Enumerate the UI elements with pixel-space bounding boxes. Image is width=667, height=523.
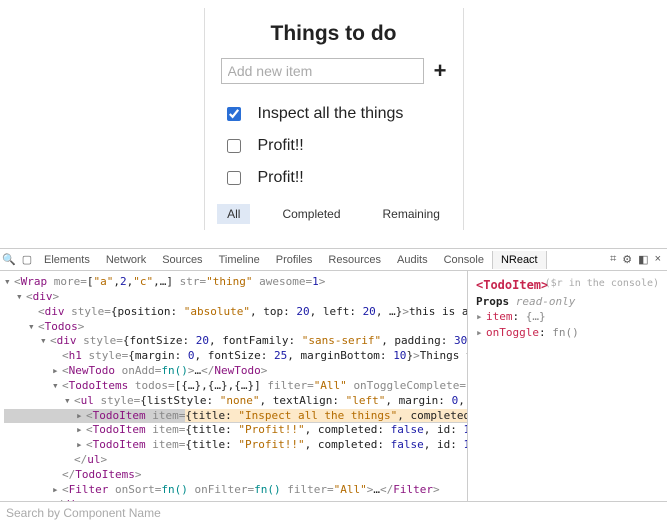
todo-label: Profit!!	[258, 169, 304, 187]
todo-label: Profit!!	[258, 137, 304, 155]
devtools-tabs: 🔍 ▢ Elements Network Sources Timeline Pr…	[0, 249, 667, 271]
search-icon[interactable]: 🔍	[0, 253, 18, 266]
tab-console[interactable]: Console	[436, 251, 492, 269]
filter-remaining[interactable]: Remaining	[373, 204, 450, 224]
tab-profiles[interactable]: Profiles	[268, 251, 321, 269]
todo-checkbox[interactable]	[227, 139, 241, 153]
filter-all[interactable]: All	[217, 204, 250, 224]
devtools-body: ▾<Wrap more=["a",2,"c",…] str="thing" aw…	[0, 271, 667, 501]
prop-row[interactable]: ▸item: {…}	[476, 309, 659, 324]
dock-icon[interactable]: ◧	[638, 253, 648, 266]
todo-checkbox[interactable]	[227, 107, 241, 121]
filter-bar: All Completed Remaining	[221, 204, 447, 224]
console-hint: ($r in the console)	[545, 277, 659, 291]
tab-network[interactable]: Network	[98, 251, 154, 269]
todo-row: Profit!!	[221, 130, 447, 162]
filter-completed[interactable]: Completed	[272, 204, 350, 224]
tab-timeline[interactable]: Timeline	[211, 251, 268, 269]
tab-elements[interactable]: Elements	[36, 251, 98, 269]
console-drawer-icon[interactable]: ⌗	[610, 253, 616, 266]
devtools-toolbar-right: ⌗ ⚙ ◧ ×	[610, 253, 667, 266]
todo-checkbox[interactable]	[227, 171, 241, 185]
todo-label: Inspect all the things	[258, 105, 404, 123]
prop-row[interactable]: ▸onToggle: fn()	[476, 325, 659, 340]
tab-nreact[interactable]: NReact	[492, 251, 547, 269]
selected-tree-node[interactable]: ▸<TodoItem item={title: "Inspect all the…	[4, 409, 467, 424]
add-icon[interactable]: +	[434, 60, 447, 82]
close-icon[interactable]: ×	[655, 253, 661, 266]
search-placeholder: Search by Component Name	[6, 506, 161, 520]
todo-app: Things to do + Inspect all the things Pr…	[204, 8, 464, 230]
page-title: Things to do	[221, 22, 447, 46]
todo-row: Profit!!	[221, 162, 447, 194]
app-viewport: Things to do + Inspect all the things Pr…	[0, 0, 667, 240]
todo-row: Inspect all the things	[221, 98, 447, 130]
tab-sources[interactable]: Sources	[154, 251, 210, 269]
component-search[interactable]: Search by Component Name	[0, 501, 667, 523]
props-label: Props	[476, 295, 509, 308]
readonly-badge: read-only	[516, 295, 576, 308]
devtools-panel: 🔍 ▢ Elements Network Sources Timeline Pr…	[0, 248, 667, 523]
component-tree[interactable]: ▾<Wrap more=["a",2,"c",…] str="thing" aw…	[0, 271, 467, 501]
gear-icon[interactable]: ⚙	[622, 253, 632, 266]
tab-audits[interactable]: Audits	[389, 251, 436, 269]
tab-resources[interactable]: Resources	[320, 251, 389, 269]
device-icon[interactable]: ▢	[18, 253, 36, 266]
new-todo-row: +	[221, 58, 447, 84]
new-todo-input[interactable]	[221, 58, 424, 84]
props-pane: ($r in the console) <TodoItem> Props rea…	[467, 271, 667, 501]
